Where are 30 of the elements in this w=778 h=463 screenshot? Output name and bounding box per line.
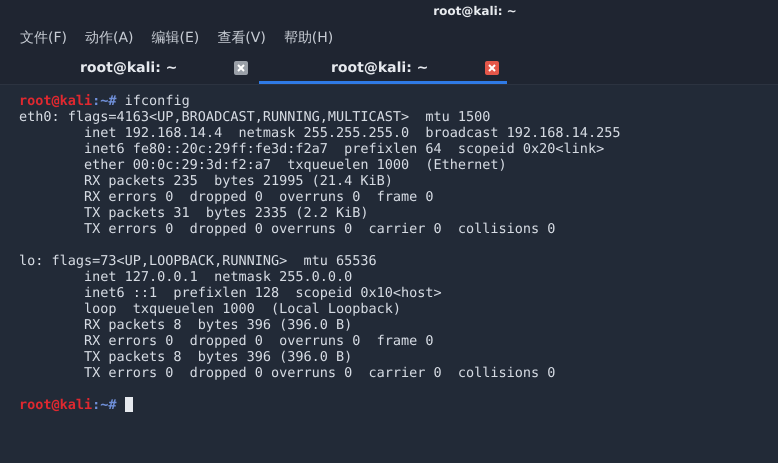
menu-item[interactable]: 帮助(H) bbox=[284, 27, 334, 49]
output-line: RX packets 235 bytes 21995 (21.4 KiB) bbox=[83, 173, 393, 189]
prompt-path: :~# bbox=[92, 397, 117, 413]
output-line: inet6 fe80::20c:29ff:fe3d:f2a7 prefixlen 64 scopeid 0x20<link> bbox=[83, 141, 604, 157]
menu-item[interactable]: 动作(A) bbox=[84, 27, 134, 49]
output-line: inet 192.168.14.4 netmask 255.255.255.0 broadcast 192.168.14.255 bbox=[83, 125, 620, 141]
command-text: ifconfig bbox=[124, 93, 190, 109]
output-line: eth0: flags=4163<UP,BROADCAST,RUNNING,MULTICAST> mtu 1500 bbox=[19, 109, 490, 125]
close-icon[interactable] bbox=[234, 60, 248, 74]
output-line: RX packets 8 bytes 396 (396.0 B) bbox=[83, 317, 352, 333]
menu-item[interactable]: 文件(F) bbox=[20, 27, 67, 49]
output-line: loop txqueuelen 1000 (Local Loopback) bbox=[83, 301, 402, 317]
output-line: TX packets 31 bytes 2335 (2.2 KiB) bbox=[83, 205, 368, 221]
prompt-path: :~# bbox=[92, 93, 117, 109]
output-line: RX errors 0 dropped 0 overruns 0 frame 0 bbox=[83, 189, 434, 205]
output-line: RX errors 0 dropped 0 overruns 0 frame 0 bbox=[83, 333, 434, 349]
output-line: TX packets 8 bytes 396 (396.0 B) bbox=[83, 349, 352, 365]
output-line: TX errors 0 dropped 0 overruns 0 carrier 0 collisions 0 bbox=[83, 365, 556, 381]
window-title: root@kali: ~ bbox=[433, 4, 517, 18]
prompt-user: root@kali bbox=[19, 397, 92, 413]
terminal-tab[interactable]: root@kali: ~ bbox=[8, 54, 256, 84]
output-line: inet 127.0.0.1 netmask 255.0.0.0 bbox=[83, 269, 352, 285]
prompt-user: root@kali bbox=[19, 93, 92, 109]
menu-item[interactable]: 编辑(E) bbox=[152, 27, 200, 49]
close-icon[interactable] bbox=[485, 60, 499, 74]
output-line: inet6 ::1 prefixlen 128 scopeid 0x10<host> bbox=[83, 285, 442, 301]
output-line: ether 00:0c:29:3d:f2:a7 txqueuelen 1000 (Ethernet) bbox=[83, 157, 507, 173]
output-line: TX errors 0 dropped 0 overruns 0 carrier 0 collisions 0 bbox=[83, 221, 556, 237]
output-line: lo: flags=73<UP,LOOPBACK,RUNNING> mtu 65536 bbox=[19, 253, 377, 269]
menu-item[interactable]: 查看(V) bbox=[217, 27, 266, 49]
